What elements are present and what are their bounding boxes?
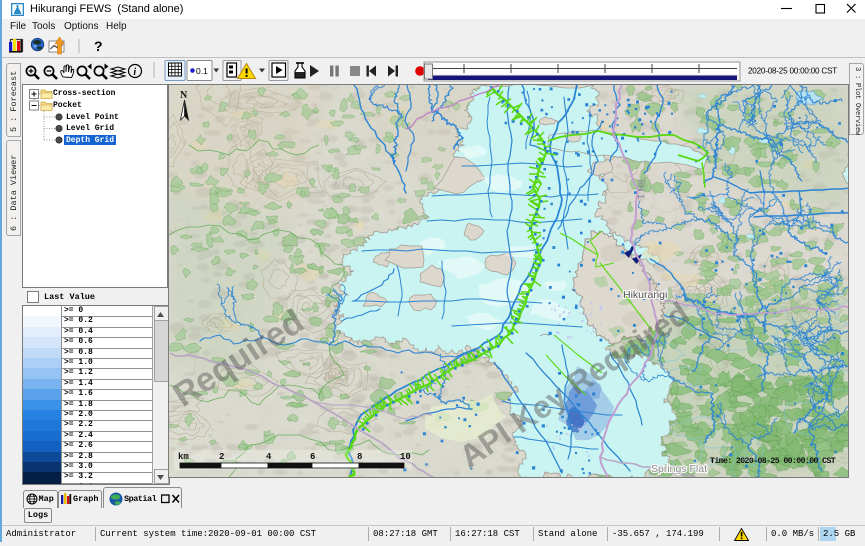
svg-text:2020-08-25 00:00:00 CST: 2020-08-25 00:00:00 CST [748,67,837,76]
svg-text:2: 2 [219,452,224,462]
svg-text:km: km [178,452,189,462]
svg-text:Springs Flat: Springs Flat [651,463,707,475]
svg-text:?: ? [94,38,103,54]
svg-text:10: 10 [400,452,411,462]
svg-text:SH 1: SH 1 [636,179,646,199]
svg-text:i: i [133,67,136,78]
svg-text:0.1: 0.1 [196,66,208,76]
svg-text:N: N [180,90,188,101]
svg-text:8: 8 [357,452,362,462]
svg-text:Hikurangi: Hikurangi [623,289,667,301]
svg-text:4: 4 [266,452,272,462]
svg-text:6: 6 [310,452,315,462]
svg-text:Time: 2020-08-25 00:00:00 CST: Time: 2020-08-25 00:00:00 CST [710,456,836,466]
